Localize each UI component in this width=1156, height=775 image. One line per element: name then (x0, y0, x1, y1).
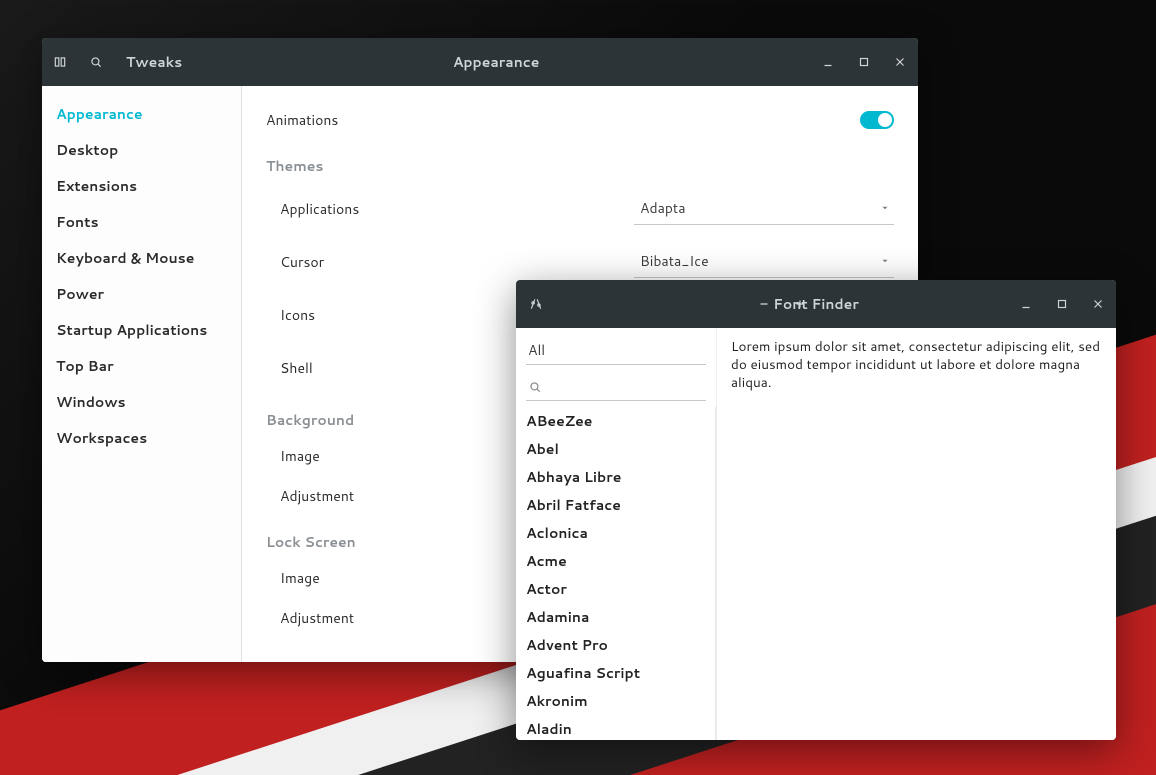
fontfinder-zoom-in-button[interactable] (782, 280, 818, 328)
fontfinder-filter-value: All (528, 340, 545, 360)
font-item[interactable]: Aladin (516, 715, 715, 740)
font-item[interactable]: Adamina (516, 603, 715, 631)
sidebar-item-windows[interactable]: Windows (42, 384, 241, 420)
background-label: Adjustment (266, 486, 526, 506)
theme-row-label: Icons (266, 305, 526, 325)
fontfinder-titlebar: Font Finder (516, 280, 1116, 328)
tweaks-menu-icon[interactable] (42, 38, 78, 86)
fontfinder-font-list[interactable]: ABeeZeeAbelAbhaya LibreAbril FatfaceAclo… (516, 407, 716, 740)
fontfinder-preview: Lorem ipsum dolor sit amet, consectetur … (716, 328, 1116, 740)
sidebar-item-fonts[interactable]: Fonts (42, 204, 241, 240)
theme-applications-combo[interactable]: Adapta (634, 192, 894, 225)
font-item[interactable]: Abhaya Libre (516, 463, 715, 491)
font-item[interactable]: ABeeZee (516, 407, 715, 435)
combo-value: Bibata_Ice (640, 251, 709, 271)
sidebar-item-extensions[interactable]: Extensions (42, 168, 241, 204)
font-item[interactable]: Akronim (516, 687, 715, 715)
tweaks-titlebar: Tweaks Appearance (42, 38, 918, 86)
tweaks-maximize-button[interactable] (846, 38, 882, 86)
fontfinder-filter-combo[interactable]: All (526, 336, 706, 365)
tweaks-sidebar: AppearanceDesktopExtensionsFontsKeyboard… (42, 86, 242, 662)
theme-cursor-combo[interactable]: Bibata_Ice (634, 245, 894, 278)
tweaks-search-icon[interactable] (78, 38, 114, 86)
sidebar-item-power[interactable]: Power (42, 276, 241, 312)
fontfinder-minimize-button[interactable] (1008, 280, 1044, 328)
lockscreen-label: Adjustment (266, 608, 526, 628)
fontfinder-search-input[interactable] (548, 375, 728, 398)
theme-row-applications: Applications Adapta (266, 182, 894, 235)
font-item[interactable]: Abel (516, 435, 715, 463)
fontfinder-zoom-out-button[interactable] (746, 280, 782, 328)
animations-row: Animations (266, 100, 894, 140)
sidebar-item-startup-applications[interactable]: Startup Applications (42, 312, 241, 348)
theme-row-label: Applications (266, 199, 526, 219)
fontfinder-left-panel: All ABeeZeeAbelAbhaya LibreAbril Fatface… (516, 328, 716, 740)
font-item[interactable]: Abril Fatface (516, 491, 715, 519)
animations-toggle[interactable] (860, 111, 894, 129)
lockscreen-label: Image (266, 568, 526, 588)
tweaks-title-center: Appearance (453, 52, 540, 72)
section-themes: Themes (266, 140, 894, 182)
sidebar-item-keyboard-mouse[interactable]: Keyboard & Mouse (42, 240, 241, 276)
tweaks-close-button[interactable] (882, 38, 918, 86)
font-item[interactable]: Aguafina Script (516, 659, 715, 687)
chevron-down-icon (880, 251, 890, 271)
font-item[interactable]: Actor (516, 575, 715, 603)
theme-row-label: Shell (266, 358, 526, 378)
tweaks-minimize-button[interactable] (810, 38, 846, 86)
sidebar-item-workspaces[interactable]: Workspaces (42, 420, 241, 456)
fontfinder-app-icon (516, 280, 556, 328)
font-item[interactable]: Advent Pro (516, 631, 715, 659)
sidebar-item-top-bar[interactable]: Top Bar (42, 348, 241, 384)
font-item[interactable]: Aclonica (516, 519, 715, 547)
theme-row-label: Cursor (266, 252, 526, 272)
font-item[interactable]: Acme (516, 547, 715, 575)
search-icon (528, 380, 542, 394)
fontfinder-search-row (526, 373, 706, 401)
fontfinder-close-button[interactable] (1080, 280, 1116, 328)
combo-value: Adapta (640, 198, 686, 218)
fontfinder-maximize-button[interactable] (1044, 280, 1080, 328)
sidebar-item-appearance[interactable]: Appearance (42, 96, 241, 132)
animations-label: Animations (266, 110, 526, 130)
chevron-down-icon (880, 198, 890, 218)
fontfinder-window: Font Finder All ABeeZee (516, 280, 1116, 740)
background-label: Image (266, 446, 526, 466)
sidebar-item-desktop[interactable]: Desktop (42, 132, 241, 168)
tweaks-title-left: Tweaks (126, 52, 182, 72)
